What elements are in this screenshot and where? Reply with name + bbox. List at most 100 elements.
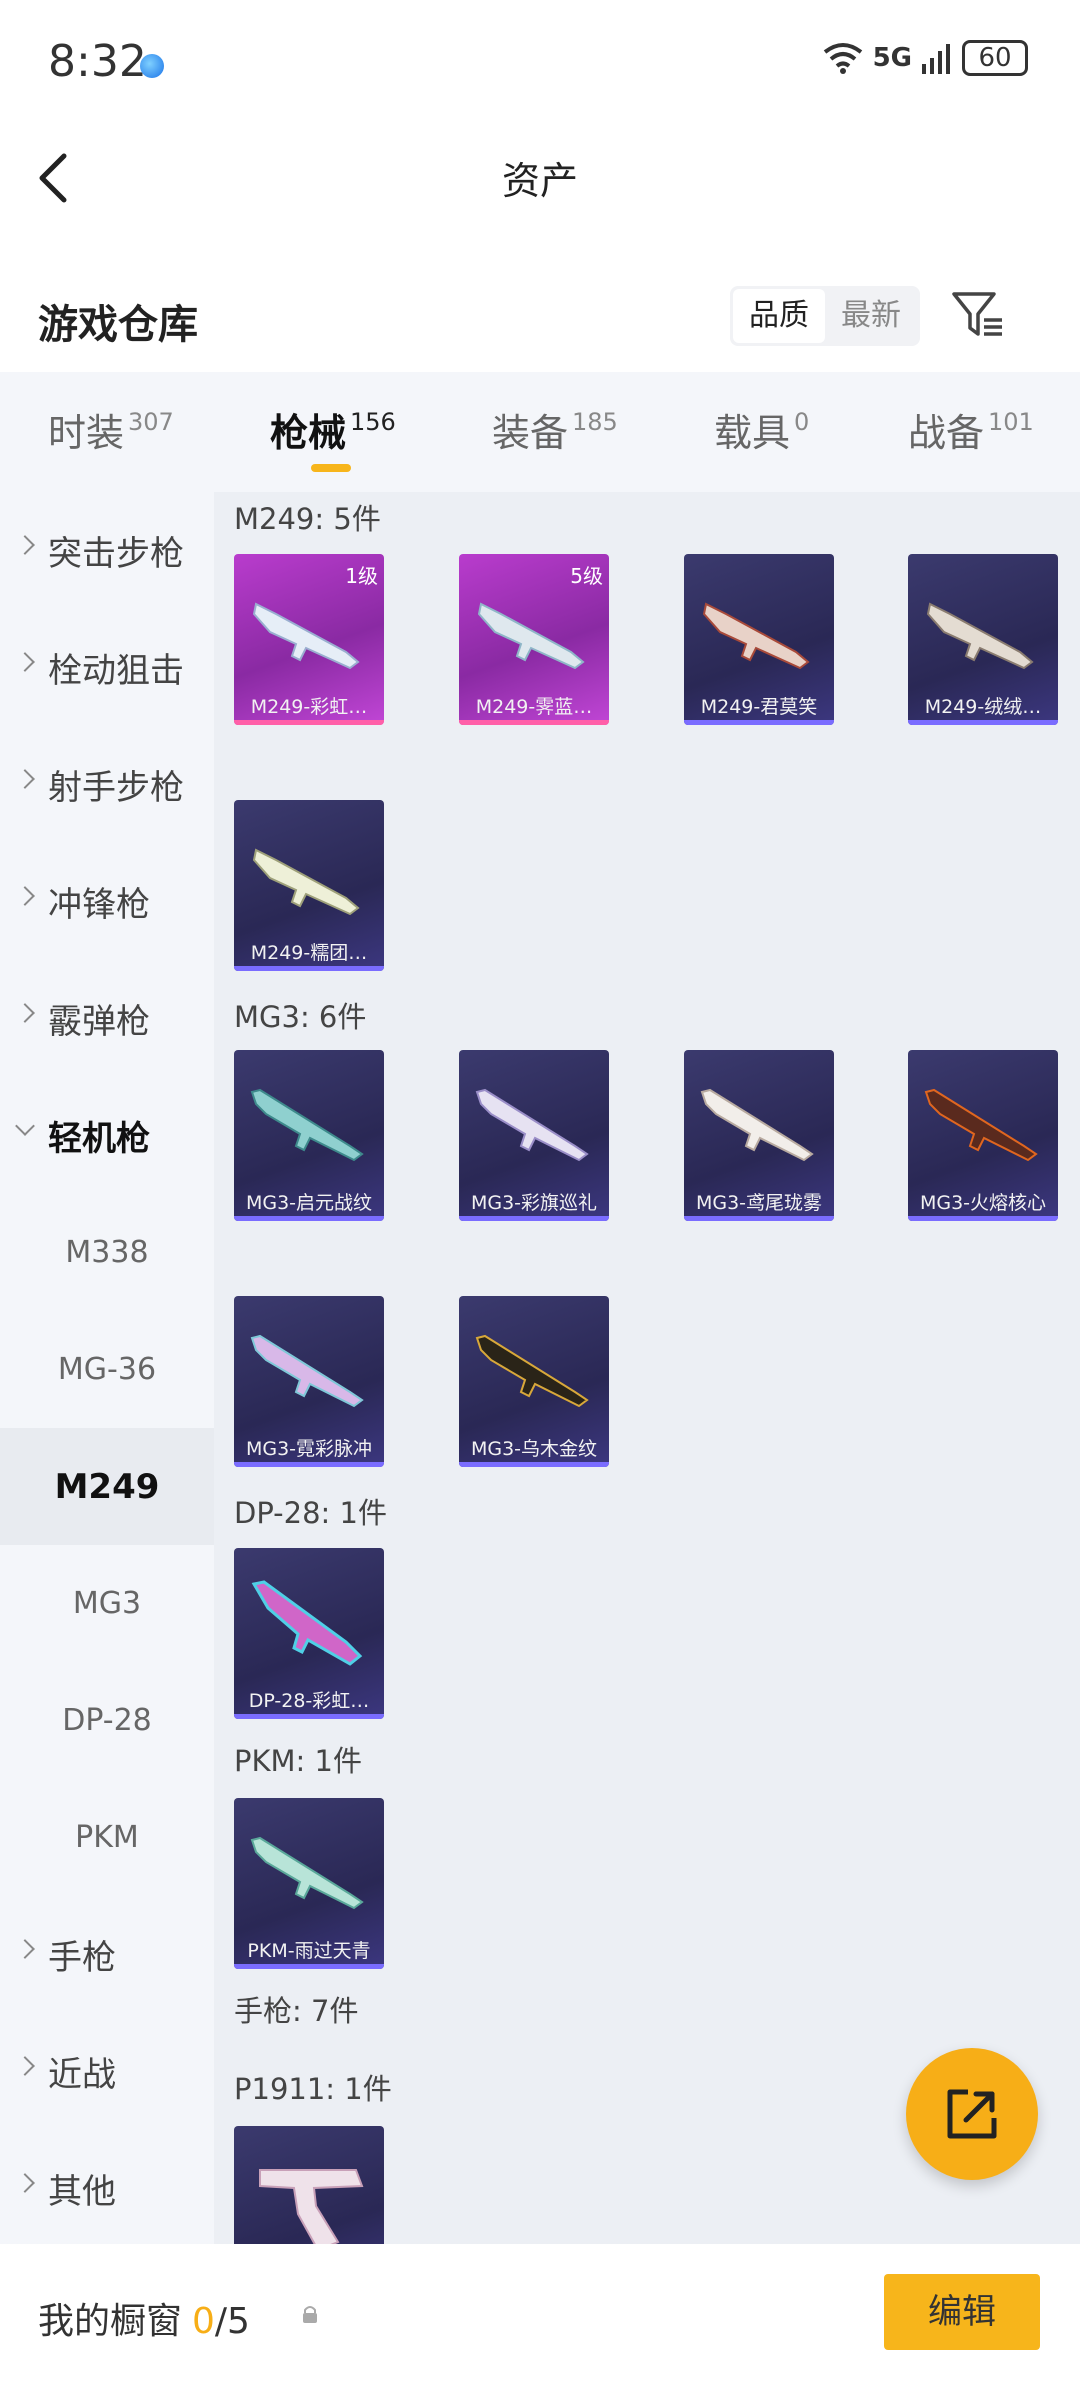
sidebar-item-label: 突击步枪 (48, 534, 184, 574)
tab-supplies[interactable]: 战备 101 (908, 402, 1034, 457)
edit-button[interactable]: 编辑 (884, 2274, 1040, 2350)
sidebar-subitem-mg36[interactable]: MG-36 (0, 1311, 214, 1428)
sidebar-item-assault-rifle[interactable]: 突击步枪 (0, 492, 214, 609)
item-grid: M249: 5件 1级 M249-彩虹… 5级 M249-霁蓝… M249-君莫… (214, 492, 1080, 2244)
item-card[interactable]: M249-君莫笑 (684, 554, 834, 725)
sidebar-subitem-pkm[interactable]: PKM (0, 1779, 214, 1896)
tab-vehicles[interactable]: 载具 0 (714, 402, 809, 457)
section-header: 游戏仓库 品质 最新 (0, 270, 1080, 366)
item-card[interactable]: MG3-霓彩脉冲 (234, 1296, 384, 1467)
tab-firearms[interactable]: 枪械 156 (270, 402, 396, 457)
rarity-bar (234, 1964, 384, 1969)
chevron-right-icon (15, 769, 35, 789)
item-card[interactable]: MG3-鸢尾珑雾 (684, 1050, 834, 1221)
sidebar-item-marksman-rifle[interactable]: 射手步枪 (0, 726, 214, 843)
chevron-down-icon (15, 1116, 35, 1136)
tab-fashion[interactable]: 时装 307 (48, 402, 174, 457)
group-title-pkm: PKM: 1件 (234, 1744, 362, 1778)
machine-gun-icon (250, 1334, 364, 1408)
status-indicators: 5G 60 (823, 40, 1028, 76)
machine-gun-icon (250, 1088, 364, 1162)
group-title-pistol: 手枪: 7件 (234, 1994, 359, 2028)
sidebar-item-label: 栓动狙击 (48, 651, 184, 691)
tab-label: 时装 (48, 411, 125, 455)
showcase-current: 0 (192, 2301, 215, 2342)
rarity-bar (234, 1216, 384, 1221)
sidebar-item-shotgun[interactable]: 霰弹枪 (0, 960, 214, 1077)
sidebar-item-pistol[interactable]: 手枪 (0, 1896, 214, 2013)
item-card[interactable]: MG3-乌木金纹 (459, 1296, 609, 1467)
item-card[interactable]: MG3-火熔核心 (908, 1050, 1058, 1221)
sort-toggle: 品质 最新 (730, 286, 920, 346)
item-name: M249-糯团… (250, 942, 368, 964)
item-name: MG3-火熔核心 (919, 1192, 1047, 1214)
item-card[interactable]: M249-绒绒… (908, 554, 1058, 725)
machine-gun-icon (924, 1088, 1038, 1162)
warehouse-title: 游戏仓库 (38, 302, 198, 348)
item-card[interactable]: PKM-雨过天青 (234, 1798, 384, 1969)
sidebar-item-label: 射手步枪 (48, 768, 184, 808)
item-card[interactable]: 5级 M249-霁蓝… (459, 554, 609, 725)
sidebar-item-bolt-sniper[interactable]: 栓动狙击 (0, 609, 214, 726)
chevron-right-icon (15, 1003, 35, 1023)
app-notification-icon (140, 54, 164, 78)
tab-count: 101 (988, 408, 1034, 436)
rarity-bar (684, 1216, 834, 1221)
wifi-icon (823, 43, 862, 74)
item-name: MG3-乌木金纹 (470, 1438, 598, 1460)
pistol-icon (259, 2169, 364, 2244)
tab-label: 载具 (714, 411, 791, 455)
machine-gun-icon (700, 1088, 814, 1162)
bottom-bar: 我的橱窗 0/5 编辑 (0, 2244, 1080, 2381)
sidebar-item-melee[interactable]: 近战 (0, 2013, 214, 2130)
chevron-right-icon (15, 2173, 35, 2193)
rarity-bar (459, 1216, 609, 1221)
battery-indicator: 60 (962, 40, 1028, 76)
filter-icon[interactable] (948, 284, 1008, 344)
machine-gun-icon (252, 848, 360, 916)
sidebar-item-smg[interactable]: 冲锋枪 (0, 843, 214, 960)
chevron-right-icon (15, 886, 35, 906)
sidebar-subitem-m338[interactable]: M338 (0, 1194, 214, 1311)
sidebar-item-lmg[interactable]: 轻机枪 (0, 1077, 214, 1194)
machine-gun-icon (250, 1836, 364, 1910)
sidebar-item-other[interactable]: 其他 (0, 2130, 214, 2244)
rarity-bar (234, 720, 384, 725)
chevron-right-icon (15, 2056, 35, 2076)
lock-icon (303, 2306, 317, 2323)
item-name: MG3-彩旗巡礼 (470, 1192, 598, 1214)
item-name: DP-28-彩虹… (248, 1690, 370, 1712)
showcase-count: 0/5 (192, 2301, 250, 2342)
showcase-summary: 我的橱窗 0/5 (38, 2292, 250, 2344)
sort-quality-button[interactable]: 品质 (733, 289, 825, 343)
machine-gun-icon (477, 602, 585, 670)
tab-count: 185 (572, 408, 618, 436)
item-name: M249-君莫笑 (700, 696, 818, 718)
group-title-mg3: MG3: 6件 (234, 1000, 367, 1034)
tab-equipment[interactable]: 装备 185 (492, 402, 618, 457)
group-title-m249: M249: 5件 (234, 502, 381, 536)
item-card[interactable]: MG3-彩旗巡礼 (459, 1050, 609, 1221)
sidebar-subitem-m249[interactable]: M249 (0, 1428, 214, 1545)
rarity-bar (908, 720, 1058, 725)
share-button[interactable] (906, 2048, 1038, 2180)
item-card[interactable] (234, 2126, 384, 2244)
share-icon (947, 2089, 997, 2139)
sidebar-item-label: 近战 (48, 2055, 116, 2095)
tab-label: 枪械 (270, 411, 347, 455)
item-name: M249-彩虹… (250, 696, 368, 718)
item-name: MG3-霓彩脉冲 (245, 1438, 373, 1460)
item-card[interactable]: 1级 M249-彩虹… (234, 554, 384, 725)
item-card[interactable]: DP-28-彩虹… (234, 1548, 384, 1719)
machine-gun-icon (252, 602, 360, 670)
item-card[interactable]: MG3-启元战纹 (234, 1050, 384, 1221)
sidebar-subitem-dp28[interactable]: DP-28 (0, 1662, 214, 1779)
chevron-right-icon (15, 1939, 35, 1959)
sidebar-subitem-mg3[interactable]: MG3 (0, 1545, 214, 1662)
sort-newest-button[interactable]: 最新 (825, 289, 917, 343)
chevron-right-icon (15, 535, 35, 555)
tab-label: 战备 (908, 411, 985, 455)
rarity-bar (459, 720, 609, 725)
item-card[interactable]: M249-糯团… (234, 800, 384, 971)
group-title-dp28: DP-28: 1件 (234, 1496, 387, 1530)
